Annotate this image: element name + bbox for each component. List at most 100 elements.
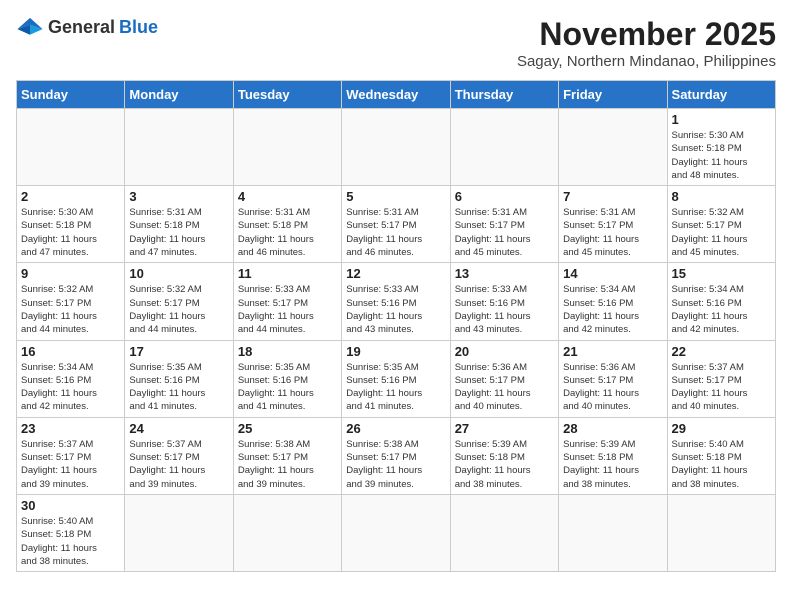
day-cell: 24 Sunrise: 5:37 AM Sunset: 5:17 PM Dayli… [125, 417, 233, 494]
day-cell: 20 Sunrise: 5:36 AM Sunset: 5:17 PM Dayli… [450, 340, 558, 417]
day-cell: 10 Sunrise: 5:32 AM Sunset: 5:17 PM Dayli… [125, 263, 233, 340]
day-number: 12 [346, 266, 445, 281]
day-info: Sunrise: 5:33 AM Sunset: 5:16 PM Dayligh… [455, 283, 554, 336]
week-row-5: 23 Sunrise: 5:37 AM Sunset: 5:17 PM Dayli… [17, 417, 776, 494]
day-info: Sunrise: 5:38 AM Sunset: 5:17 PM Dayligh… [238, 438, 337, 491]
day-number: 4 [238, 189, 337, 204]
logo-blue-text: Blue [119, 17, 158, 38]
day-number: 24 [129, 421, 228, 436]
day-number: 19 [346, 344, 445, 359]
day-cell [125, 109, 233, 186]
week-row-4: 16 Sunrise: 5:34 AM Sunset: 5:16 PM Dayli… [17, 340, 776, 417]
day-cell: 28 Sunrise: 5:39 AM Sunset: 5:18 PM Dayli… [559, 417, 667, 494]
day-info: Sunrise: 5:36 AM Sunset: 5:17 PM Dayligh… [455, 361, 554, 414]
day-info: Sunrise: 5:32 AM Sunset: 5:17 PM Dayligh… [129, 283, 228, 336]
day-info: Sunrise: 5:36 AM Sunset: 5:17 PM Dayligh… [563, 361, 662, 414]
day-info: Sunrise: 5:39 AM Sunset: 5:18 PM Dayligh… [563, 438, 662, 491]
day-info: Sunrise: 5:40 AM Sunset: 5:18 PM Dayligh… [21, 515, 120, 568]
day-cell [450, 109, 558, 186]
day-cell: 16 Sunrise: 5:34 AM Sunset: 5:16 PM Dayli… [17, 340, 125, 417]
day-cell: 23 Sunrise: 5:37 AM Sunset: 5:17 PM Dayli… [17, 417, 125, 494]
day-cell: 19 Sunrise: 5:35 AM Sunset: 5:16 PM Dayli… [342, 340, 450, 417]
day-cell [559, 109, 667, 186]
day-info: Sunrise: 5:31 AM Sunset: 5:17 PM Dayligh… [455, 206, 554, 259]
day-number: 23 [21, 421, 120, 436]
week-row-3: 9 Sunrise: 5:32 AM Sunset: 5:17 PM Daylig… [17, 263, 776, 340]
day-cell: 3Sunrise: 5:31 AM Sunset: 5:18 PM Daylig… [125, 186, 233, 263]
day-number: 18 [238, 344, 337, 359]
day-info: Sunrise: 5:37 AM Sunset: 5:17 PM Dayligh… [129, 438, 228, 491]
day-number: 26 [346, 421, 445, 436]
day-info: Sunrise: 5:40 AM Sunset: 5:18 PM Dayligh… [672, 438, 771, 491]
day-number: 16 [21, 344, 120, 359]
day-number: 2 [21, 189, 120, 204]
day-cell [233, 494, 341, 571]
day-info: Sunrise: 5:34 AM Sunset: 5:16 PM Dayligh… [21, 361, 120, 414]
day-cell: 7Sunrise: 5:31 AM Sunset: 5:17 PM Daylig… [559, 186, 667, 263]
day-info: Sunrise: 5:35 AM Sunset: 5:16 PM Dayligh… [238, 361, 337, 414]
header-row: SundayMondayTuesdayWednesdayThursdayFrid… [17, 81, 776, 109]
day-number: 30 [21, 498, 120, 513]
day-cell: 25 Sunrise: 5:38 AM Sunset: 5:17 PM Dayli… [233, 417, 341, 494]
week-row-2: 2 Sunrise: 5:30 AM Sunset: 5:18 PM Daylig… [17, 186, 776, 263]
day-cell: 8Sunrise: 5:32 AM Sunset: 5:17 PM Daylig… [667, 186, 775, 263]
logo-general-text: General [48, 17, 115, 38]
day-cell: 30 Sunrise: 5:40 AM Sunset: 5:18 PM Dayli… [17, 494, 125, 571]
week-row-6: 30 Sunrise: 5:40 AM Sunset: 5:18 PM Dayli… [17, 494, 776, 571]
day-cell: 4 Sunrise: 5:31 AM Sunset: 5:18 PM Daylig… [233, 186, 341, 263]
day-info: Sunrise: 5:31 AM Sunset: 5:18 PM Dayligh… [238, 206, 337, 259]
day-number: 20 [455, 344, 554, 359]
day-cell: 1Sunrise: 5:30 AM Sunset: 5:18 PM Daylig… [667, 109, 775, 186]
header-day-wednesday: Wednesday [342, 81, 450, 109]
day-number: 21 [563, 344, 662, 359]
day-info: Sunrise: 5:31 AM Sunset: 5:17 PM Dayligh… [563, 206, 662, 259]
day-number: 28 [563, 421, 662, 436]
day-cell: 2 Sunrise: 5:30 AM Sunset: 5:18 PM Daylig… [17, 186, 125, 263]
day-cell: 26Sunrise: 5:38 AM Sunset: 5:17 PM Dayli… [342, 417, 450, 494]
location-title: Sagay, Northern Mindanao, Philippines [517, 53, 776, 70]
day-info: Sunrise: 5:33 AM Sunset: 5:17 PM Dayligh… [238, 283, 337, 336]
title-area: November 2025 Sagay, Northern Mindanao, … [517, 16, 776, 70]
month-title: November 2025 [517, 16, 776, 53]
day-info: Sunrise: 5:35 AM Sunset: 5:16 PM Dayligh… [129, 361, 228, 414]
day-cell [17, 109, 125, 186]
header-day-thursday: Thursday [450, 81, 558, 109]
day-info: Sunrise: 5:37 AM Sunset: 5:17 PM Dayligh… [21, 438, 120, 491]
day-cell: 17 Sunrise: 5:35 AM Sunset: 5:16 PM Dayli… [125, 340, 233, 417]
day-info: Sunrise: 5:30 AM Sunset: 5:18 PM Dayligh… [21, 206, 120, 259]
day-cell: 27 Sunrise: 5:39 AM Sunset: 5:18 PM Dayli… [450, 417, 558, 494]
day-number: 9 [21, 266, 120, 281]
day-number: 13 [455, 266, 554, 281]
day-number: 14 [563, 266, 662, 281]
day-cell: 13 Sunrise: 5:33 AM Sunset: 5:16 PM Dayli… [450, 263, 558, 340]
day-cell: 9 Sunrise: 5:32 AM Sunset: 5:17 PM Daylig… [17, 263, 125, 340]
day-number: 27 [455, 421, 554, 436]
day-number: 22 [672, 344, 771, 359]
day-info: Sunrise: 5:39 AM Sunset: 5:18 PM Dayligh… [455, 438, 554, 491]
header-day-monday: Monday [125, 81, 233, 109]
day-info: Sunrise: 5:30 AM Sunset: 5:18 PM Dayligh… [672, 129, 771, 182]
day-info: Sunrise: 5:34 AM Sunset: 5:16 PM Dayligh… [563, 283, 662, 336]
day-number: 25 [238, 421, 337, 436]
header-day-sunday: Sunday [17, 81, 125, 109]
day-cell: 5Sunrise: 5:31 AM Sunset: 5:17 PM Daylig… [342, 186, 450, 263]
day-info: Sunrise: 5:34 AM Sunset: 5:16 PM Dayligh… [672, 283, 771, 336]
day-cell [450, 494, 558, 571]
day-number: 17 [129, 344, 228, 359]
day-number: 29 [672, 421, 771, 436]
day-info: Sunrise: 5:32 AM Sunset: 5:17 PM Dayligh… [21, 283, 120, 336]
day-cell: 21 Sunrise: 5:36 AM Sunset: 5:17 PM Dayli… [559, 340, 667, 417]
day-cell [667, 494, 775, 571]
day-info: Sunrise: 5:37 AM Sunset: 5:17 PM Dayligh… [672, 361, 771, 414]
header-day-saturday: Saturday [667, 81, 775, 109]
header-day-tuesday: Tuesday [233, 81, 341, 109]
week-row-1: 1Sunrise: 5:30 AM Sunset: 5:18 PM Daylig… [17, 109, 776, 186]
day-number: 15 [672, 266, 771, 281]
day-number: 6 [455, 189, 554, 204]
day-cell: 11Sunrise: 5:33 AM Sunset: 5:17 PM Dayli… [233, 263, 341, 340]
calendar-body: 1Sunrise: 5:30 AM Sunset: 5:18 PM Daylig… [17, 109, 776, 572]
day-cell [342, 109, 450, 186]
day-info: Sunrise: 5:35 AM Sunset: 5:16 PM Dayligh… [346, 361, 445, 414]
logo: GeneralBlue [16, 16, 158, 38]
day-number: 10 [129, 266, 228, 281]
